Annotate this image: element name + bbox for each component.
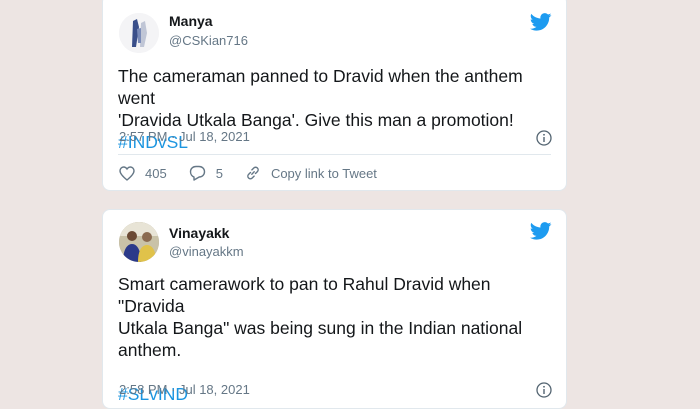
- author-handle[interactable]: @CSKian716: [169, 33, 248, 48]
- info-icon[interactable]: [536, 130, 552, 146]
- like-count: 405: [145, 165, 167, 181]
- copy-link-label: Copy link to Tweet: [270, 165, 377, 181]
- info-icon[interactable]: [536, 382, 552, 398]
- avatar[interactable]: [119, 13, 159, 53]
- tweet-timestamp[interactable]: 2:58 PM · Jul 18, 2021: [119, 382, 250, 397]
- author-name[interactable]: Vinayakk: [169, 225, 229, 241]
- author-handle[interactable]: @vinayakkm: [169, 244, 244, 259]
- divider: [118, 154, 551, 155]
- reply-count: 5: [215, 165, 223, 181]
- twitter-bird-icon[interactable]: [530, 13, 552, 31]
- twitter-bird-icon[interactable]: [530, 222, 552, 240]
- tweet-timestamp[interactable]: 2:57 PM · Jul 18, 2021: [119, 129, 250, 144]
- tweet-card: Manya @CSKian716 The cameraman panned to…: [102, 0, 567, 191]
- reply-icon: [189, 165, 205, 181]
- heart-icon: [119, 165, 135, 181]
- author-name[interactable]: Manya: [169, 13, 213, 29]
- tweet-card: Vinayakk @vinayakkm Smart camerawork to …: [102, 209, 567, 409]
- copy-link-button[interactable]: Copy link to Tweet: [245, 165, 377, 181]
- avatar[interactable]: [119, 222, 159, 262]
- tweet-actions: 405 5 Copy link to Tweet: [119, 165, 399, 181]
- link-icon: [247, 166, 259, 180]
- reply-button[interactable]: 5: [189, 165, 223, 181]
- like-button[interactable]: 405: [119, 166, 167, 181]
